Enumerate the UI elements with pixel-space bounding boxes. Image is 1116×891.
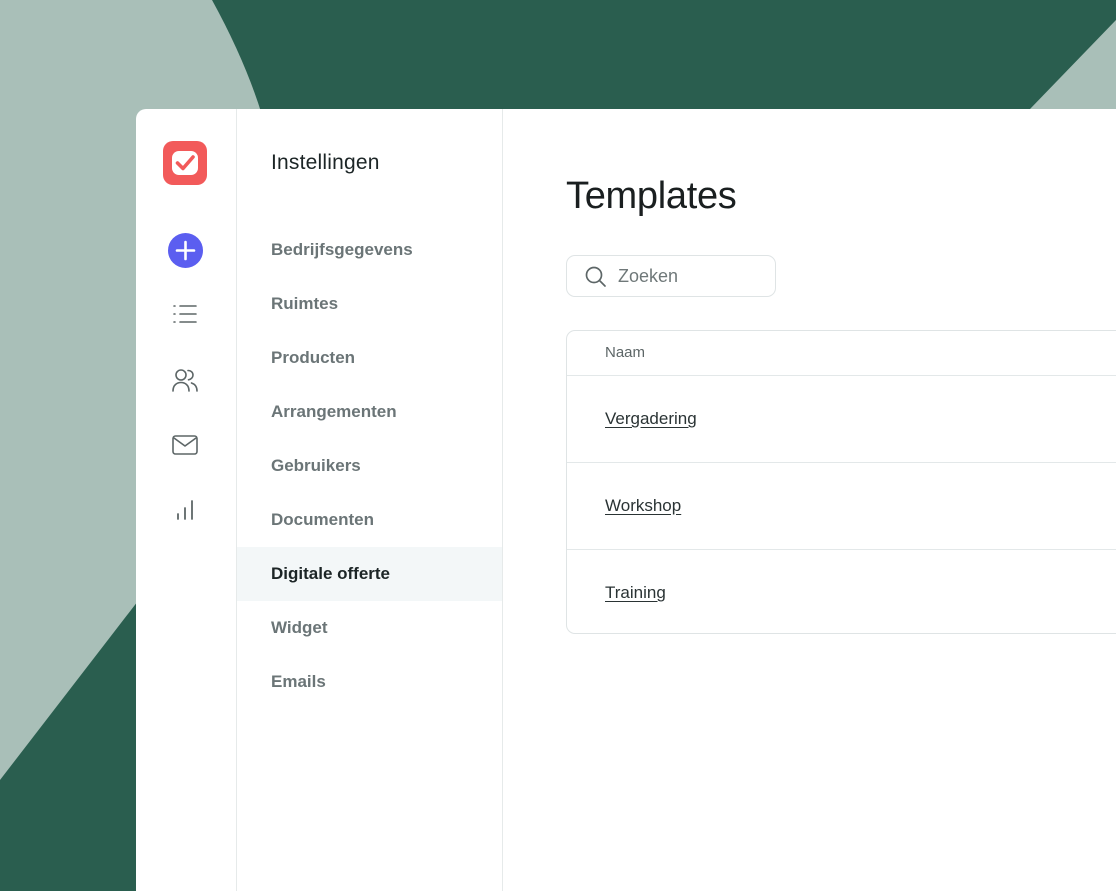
main-content: Templates Naam Vergadering Workshop (503, 109, 1116, 891)
menu-item-ruimtes[interactable]: Ruimtes (237, 277, 502, 331)
search-icon (585, 266, 606, 287)
chart-icon[interactable] (164, 489, 206, 531)
menu-item-digitale-offerte[interactable]: Digitale offerte (237, 547, 502, 601)
app-window: Instellingen Bedrijfsgegevens Ruimtes Pr… (136, 109, 1116, 891)
list-icon[interactable] (164, 293, 206, 335)
menu-item-arrangementen[interactable]: Arrangementen (237, 385, 502, 439)
sidebar-title: Instellingen (271, 151, 380, 174)
menu-item-emails[interactable]: Emails (237, 655, 502, 709)
template-link-training[interactable]: Training (605, 583, 666, 602)
search-input[interactable] (618, 264, 768, 288)
table-row: Workshop (567, 463, 1116, 550)
search-box (566, 255, 776, 297)
menu-item-documenten[interactable]: Documenten (237, 493, 502, 547)
logo-icon[interactable] (163, 141, 207, 185)
table-row: Training (567, 550, 1116, 633)
table-row: Vergadering (567, 376, 1116, 463)
template-link-vergadering[interactable]: Vergadering (605, 409, 697, 428)
page-background: Instellingen Bedrijfsgegevens Ruimtes Pr… (0, 0, 1116, 891)
templates-table: Naam Vergadering Workshop Training (566, 330, 1116, 634)
menu-item-producten[interactable]: Producten (237, 331, 502, 385)
add-icon[interactable] (168, 233, 203, 268)
menu-item-widget[interactable]: Widget (237, 601, 502, 655)
icon-rail (136, 109, 237, 891)
template-link-workshop[interactable]: Workshop (605, 496, 681, 515)
mail-icon[interactable] (164, 424, 206, 466)
settings-menu: Bedrijfsgegevens Ruimtes Producten Arran… (237, 223, 502, 709)
menu-item-gebruikers[interactable]: Gebruikers (237, 439, 502, 493)
settings-sidebar: Instellingen Bedrijfsgegevens Ruimtes Pr… (237, 109, 503, 891)
page-title: Templates (566, 175, 737, 217)
menu-item-bedrijfsgegevens[interactable]: Bedrijfsgegevens (237, 223, 502, 277)
column-header-naam: Naam (567, 331, 1116, 376)
users-icon[interactable] (164, 359, 206, 401)
